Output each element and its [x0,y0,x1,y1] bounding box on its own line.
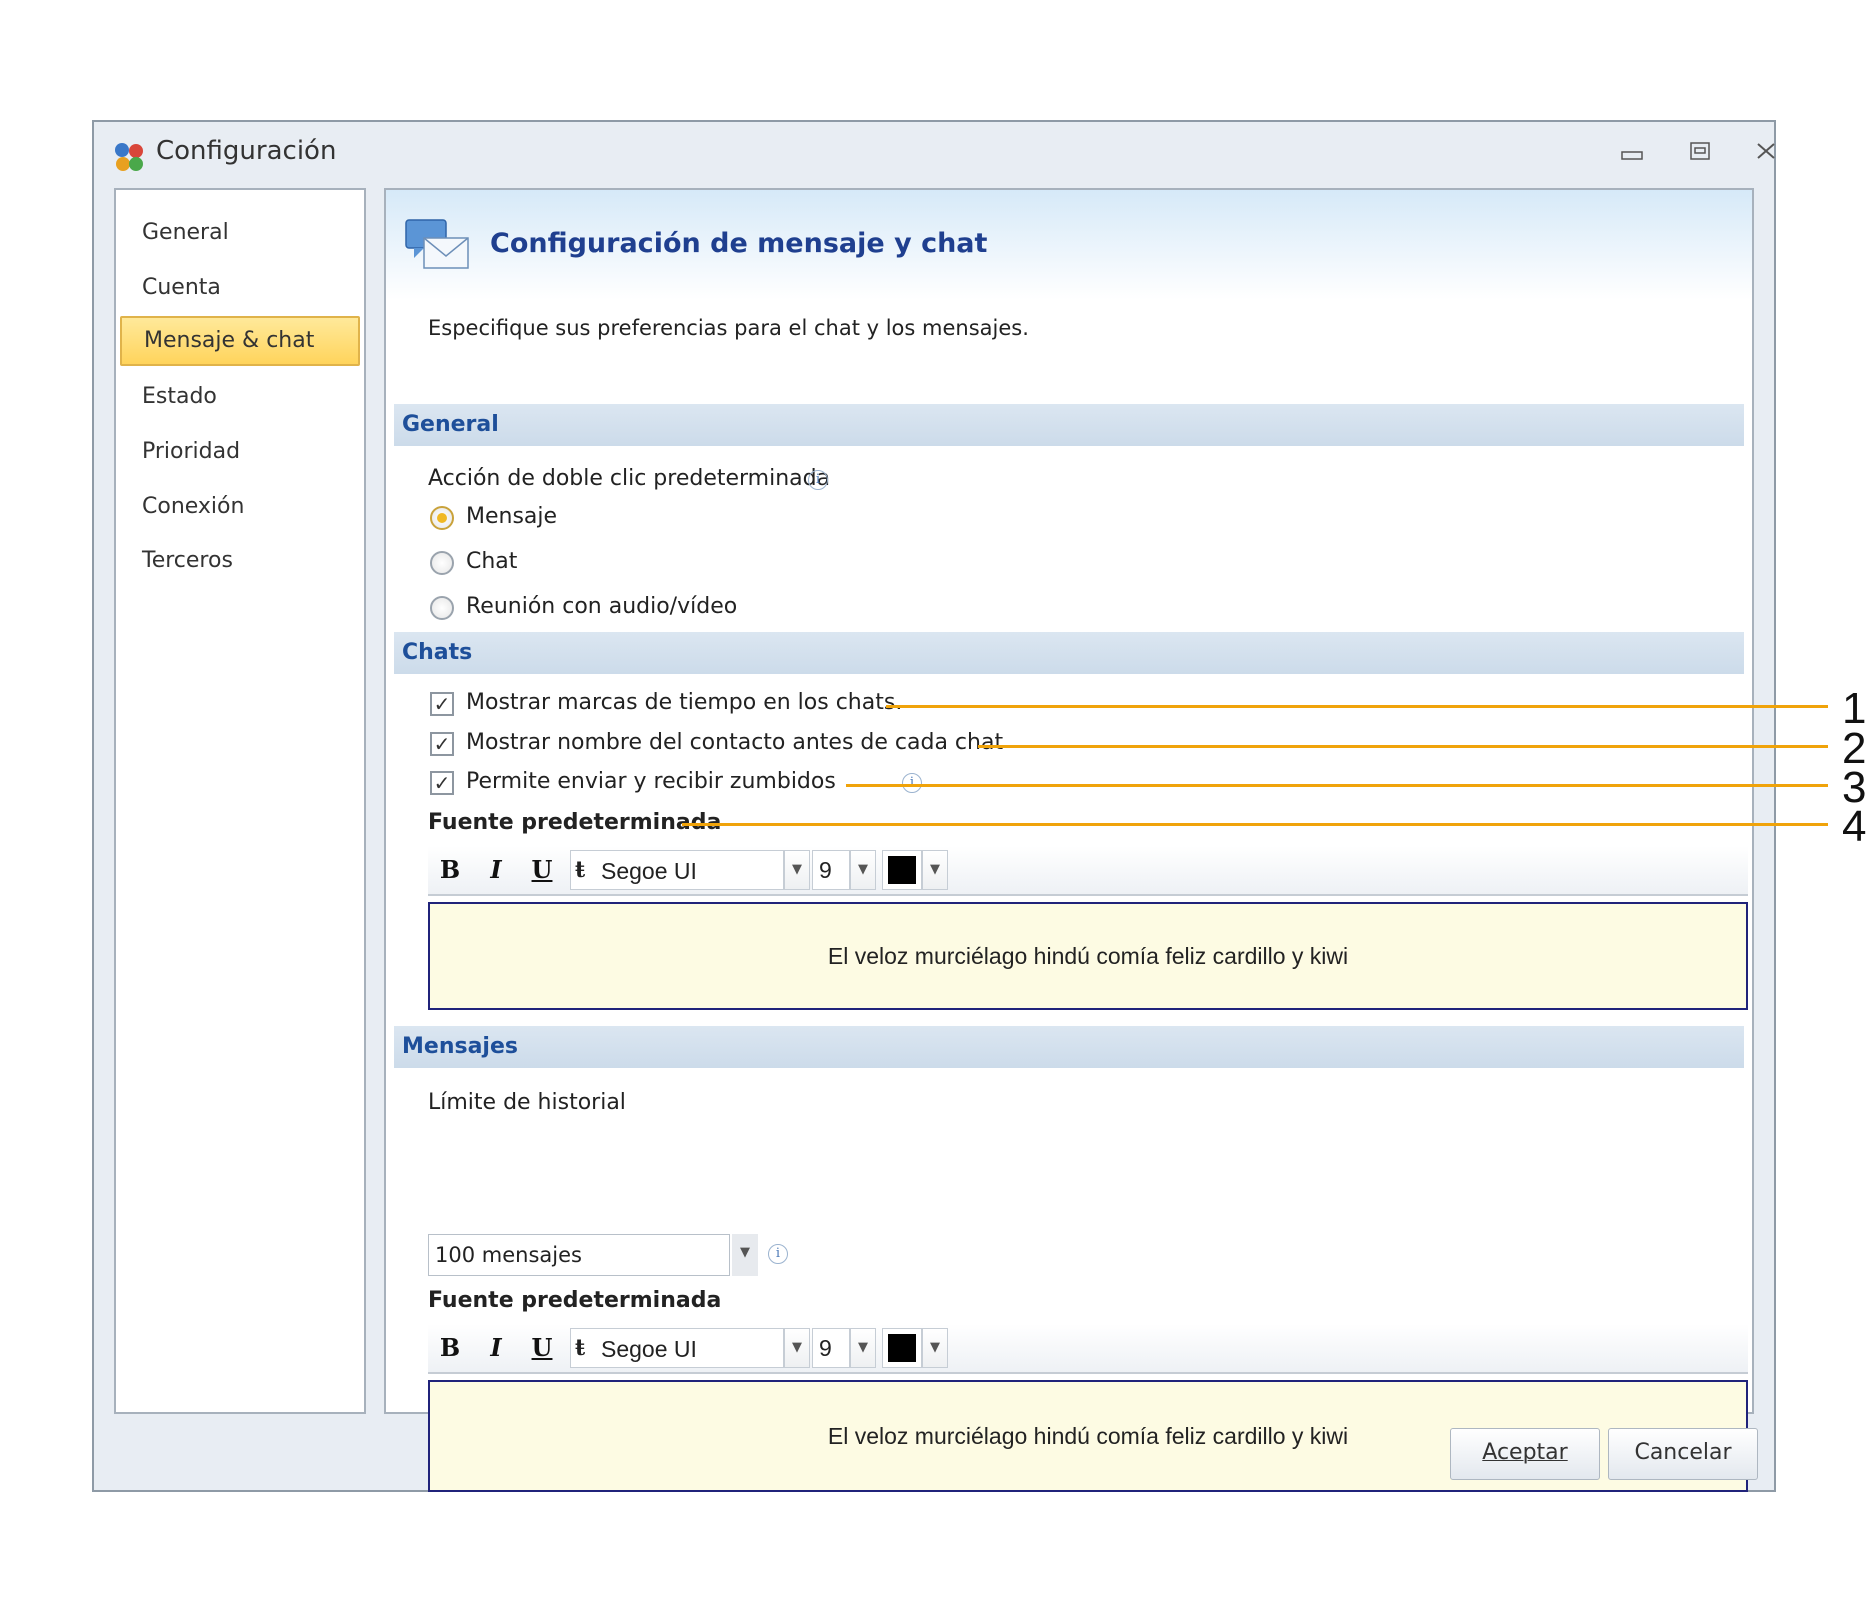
checkbox-allow-buzz[interactable]: ✓ [430,771,454,795]
settings-content: Configuración de mensaje y chat Especifi… [384,188,1754,1492]
title-bar[interactable]: Configuración [94,122,1775,180]
sidebar-item-third-parties[interactable]: Terceros [120,536,360,586]
chevron-down-icon: ▼ [858,1340,868,1355]
section-header-messages: Mensajes [394,1026,1744,1068]
message-chat-icon [405,219,469,269]
message-font-toolbar: B I U ŧ Segoe UI ▼ 9 ▼ ▼ [428,1324,1748,1374]
bold-button[interactable]: B [434,1332,466,1364]
font-icon: ŧ [575,1335,586,1361]
chat-default-font-label: Fuente predeterminada [428,810,722,835]
font-family-value: Segoe UI [601,1336,697,1362]
double-click-action-label: Acción de doble clic predeterminada [428,466,831,491]
history-limit-dropdown[interactable]: ▼ [732,1234,758,1276]
section-title: Mensajes [402,1034,518,1059]
content-header: Configuración de mensaje y chat [386,190,1752,300]
settings-window: Configuración General Cuenta Mensaje & c… [92,120,1776,1492]
page-title: Configuración de mensaje y chat [490,228,988,259]
info-icon[interactable]: i [902,773,922,793]
checkmark-icon: ✓ [433,692,451,716]
checkbox-show-contact-name-label[interactable]: Mostrar nombre del contacto antes de cad… [466,730,1003,755]
chevron-down-icon: ▼ [740,1245,750,1260]
checkbox-show-timestamps[interactable]: ✓ [430,692,454,716]
italic-button[interactable]: I [480,854,512,886]
chevron-down-icon: ▼ [792,1340,802,1355]
close-icon [1757,143,1775,159]
info-icon[interactable]: i [808,470,828,490]
minimize-icon [1621,151,1643,160]
radio-audio-video-meeting-label[interactable]: Reunión con audio/vídeo [466,594,737,619]
accept-button[interactable]: Aceptar [1450,1428,1600,1480]
restore-icon [1690,142,1710,160]
checkmark-icon: ✓ [433,771,451,795]
chevron-down-icon: ▼ [930,862,940,877]
sidebar-item-status[interactable]: Estado [120,372,360,422]
message-default-font-label: Fuente predeterminada [428,1288,722,1313]
sidebar-item-general[interactable]: General [120,208,360,258]
app-logo-icon [115,143,143,171]
history-limit-select[interactable]: 100 mensajes [428,1234,730,1276]
section-title: General [402,412,499,437]
minimize-button[interactable] [1614,140,1650,170]
chevron-down-icon: ▼ [792,862,802,877]
font-family-value: Segoe UI [601,858,697,884]
font-color-dropdown[interactable]: ▼ [922,1328,948,1368]
chat-font-preview: El veloz murciélago hindú comía feliz ca… [428,902,1748,1010]
callout-number-4: 4 [1842,802,1867,851]
checkmark-icon: ✓ [433,732,451,756]
font-family-dropdown[interactable]: ▼ [784,1328,810,1368]
checkbox-show-timestamps-label[interactable]: Mostrar marcas de tiempo en los chats. [466,690,902,715]
cancel-button[interactable]: Cancelar [1608,1428,1758,1480]
radio-message[interactable] [430,506,454,530]
radio-chat-label[interactable]: Chat [466,549,517,574]
page-description: Especifique sus preferencias para el cha… [428,316,1029,340]
font-family-select[interactable]: ŧ Segoe UI [570,1328,784,1368]
sidebar-item-connection[interactable]: Conexión [120,482,360,532]
callout-line-1 [886,705,1828,708]
underline-button[interactable]: U [526,854,558,886]
close-button[interactable] [1748,140,1784,170]
sidebar-item-message-chat[interactable]: Mensaje & chat [120,316,360,366]
radio-message-label[interactable]: Mensaje [466,504,557,529]
underline-button[interactable]: U [526,1332,558,1364]
sidebar-item-priority[interactable]: Prioridad [120,427,360,477]
font-family-dropdown[interactable]: ▼ [784,850,810,890]
section-header-general: General [394,404,1744,446]
chevron-down-icon: ▼ [858,862,868,877]
callout-line-4 [682,823,1828,826]
info-icon[interactable]: i [768,1244,788,1264]
font-size-dropdown[interactable]: ▼ [850,850,876,890]
sidebar-item-account[interactable]: Cuenta [120,263,360,313]
chevron-down-icon: ▼ [930,1340,940,1355]
italic-button[interactable]: I [480,1332,512,1364]
color-fill [888,1334,916,1362]
callout-line-2 [978,745,1828,748]
font-size-value[interactable]: 9 [812,850,850,890]
font-color-swatch[interactable] [882,1328,922,1368]
font-size-dropdown[interactable]: ▼ [850,1328,876,1368]
checkbox-allow-buzz-label[interactable]: Permite enviar y recibir zumbidos [466,769,836,794]
radio-chat[interactable] [430,551,454,575]
callout-line-3 [846,784,1828,787]
font-color-dropdown[interactable]: ▼ [922,850,948,890]
window-title: Configuración [156,136,337,166]
history-limit-label: Límite de historial [428,1090,626,1115]
radio-audio-video-meeting[interactable] [430,596,454,620]
section-title: Chats [402,640,473,665]
chat-font-toolbar: B I U ŧ Segoe UI ▼ 9 ▼ ▼ [428,846,1748,896]
checkbox-show-contact-name[interactable]: ✓ [430,732,454,756]
font-size-value[interactable]: 9 [812,1328,850,1368]
color-fill [888,856,916,884]
accept-button-label: Aceptar [1482,1440,1568,1465]
settings-sidebar: General Cuenta Mensaje & chat Estado Pri… [114,188,366,1414]
restore-button[interactable] [1682,140,1718,170]
section-header-chats: Chats [394,632,1744,674]
font-family-select[interactable]: ŧ Segoe UI [570,850,784,890]
font-icon: ŧ [575,857,586,883]
font-color-swatch[interactable] [882,850,922,890]
bold-button[interactable]: B [434,854,466,886]
